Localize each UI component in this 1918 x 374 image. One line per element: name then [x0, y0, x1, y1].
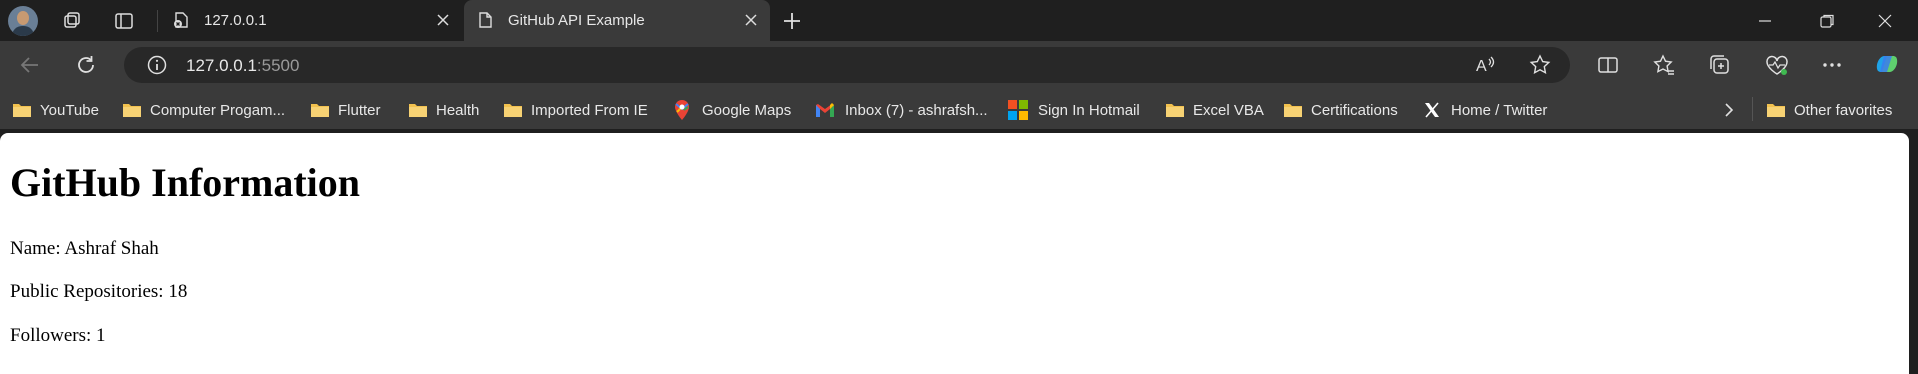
folder-icon	[123, 104, 141, 117]
bookmark-other-favorites[interactable]: Other favorites	[1766, 99, 1892, 121]
bookmark-label: Home / Twitter	[1451, 101, 1548, 119]
bookmark-certifications[interactable]: Certifications	[1283, 99, 1398, 121]
browser-essentials-icon[interactable]	[1764, 53, 1790, 79]
bookmark-label: Computer Progam...	[150, 101, 286, 119]
close-tab-icon[interactable]	[742, 11, 760, 29]
bookmark-computer-progam[interactable]: Computer Progam...	[122, 99, 285, 121]
bookmark-flutter[interactable]: Flutter	[310, 99, 381, 121]
bookmarks-overflow-chevron-icon[interactable]	[1720, 99, 1738, 121]
bookmark-youtube[interactable]: YouTube	[12, 99, 99, 121]
tab-divider	[157, 10, 158, 32]
back-button[interactable]	[16, 51, 44, 79]
bookmark-label: Sign In Hotmail	[1038, 101, 1140, 119]
page-heading: GitHub Information	[10, 160, 361, 205]
bookmark-imported-from-ie[interactable]: Imported From IE	[503, 99, 648, 121]
followers-text: Followers: 1	[10, 325, 106, 346]
microsoft-icon	[1008, 100, 1028, 120]
favorite-star-icon[interactable]	[1529, 54, 1551, 76]
public-repos-text: Public Repositories: 18	[10, 281, 188, 302]
bookmark-label: Certifications	[1311, 101, 1398, 119]
bookmark-label: Health	[436, 101, 480, 119]
bookmark-inbox[interactable]: Inbox (7) - ashrafsh...	[815, 99, 988, 121]
folder-icon	[311, 104, 329, 117]
split-screen-icon[interactable]	[1596, 53, 1622, 79]
google-maps-icon	[675, 100, 689, 120]
page-icon	[476, 11, 494, 29]
bookmark-label: YouTube	[40, 101, 99, 119]
favorites-icon[interactable]	[1652, 53, 1678, 79]
tab-title: GitHub API Example	[508, 12, 645, 29]
close-tab-icon[interactable]	[434, 11, 452, 29]
tab-127-0-0-1[interactable]: 127.0.0.1	[160, 0, 462, 41]
folder-icon	[1166, 104, 1184, 117]
url-host: 127.0.0.1	[186, 56, 257, 75]
bookmark-label: Other favorites	[1794, 101, 1893, 119]
bookmarks-divider	[1752, 97, 1753, 121]
toolbar: 127.0.0.1:5500 A	[0, 41, 1918, 89]
new-tab-button[interactable]	[779, 8, 805, 34]
favorites-bar: YouTube Computer Progam... Flutter Healt…	[0, 89, 1918, 129]
copilot-icon[interactable]	[1872, 49, 1902, 79]
tab-github-api-example[interactable]: GitHub API Example	[464, 0, 770, 41]
folder-icon	[1284, 104, 1302, 117]
close-window-button[interactable]	[1862, 6, 1908, 36]
folder-icon	[1767, 104, 1785, 117]
workspaces-icon[interactable]	[60, 9, 84, 33]
bookmark-health[interactable]: Health	[408, 99, 479, 121]
bookmark-label: Imported From IE	[531, 101, 648, 119]
url-text[interactable]: 127.0.0.1:5500	[186, 56, 299, 76]
tab-title: 127.0.0.1	[204, 12, 267, 29]
tab-actions-icon[interactable]	[112, 9, 136, 33]
profile-avatar[interactable]	[8, 6, 38, 36]
url-port: :5500	[256, 56, 300, 75]
folder-icon	[409, 104, 427, 117]
site-info-icon[interactable]	[146, 54, 168, 76]
page-viewport: GitHub Information Name: Ashraf Shah Pub…	[0, 133, 1909, 374]
collections-icon[interactable]	[1708, 53, 1734, 79]
more-options-icon[interactable]	[1820, 53, 1846, 79]
address-bar[interactable]: 127.0.0.1:5500 A	[124, 47, 1570, 83]
restore-button[interactable]	[1804, 6, 1850, 36]
bookmark-label: Excel VBA	[1193, 101, 1264, 119]
folder-icon	[504, 104, 522, 117]
minimize-button[interactable]	[1742, 6, 1788, 36]
page-error-icon	[172, 11, 190, 29]
bookmark-label: Inbox (7) - ashrafsh...	[845, 101, 988, 119]
user-name-text: Name: Ashraf Shah	[10, 238, 159, 259]
bookmark-label: Google Maps	[702, 101, 792, 119]
bookmark-excel-vba[interactable]: Excel VBA	[1165, 99, 1264, 121]
gmail-icon	[816, 103, 834, 117]
x-icon	[1425, 102, 1439, 118]
read-aloud-icon[interactable]: A	[1474, 54, 1496, 76]
bookmark-home-twitter[interactable]: Home / Twitter	[1423, 99, 1547, 121]
folder-icon	[13, 104, 31, 117]
tab-strip: 127.0.0.1 GitHub API Example	[0, 0, 1918, 41]
bookmark-google-maps[interactable]: Google Maps	[674, 99, 791, 121]
bookmark-label: Flutter	[338, 101, 381, 119]
refresh-button[interactable]	[72, 51, 100, 79]
bookmark-sign-in-hotmail[interactable]: Sign In Hotmail	[1008, 99, 1140, 121]
svg-text:A: A	[1476, 58, 1487, 75]
